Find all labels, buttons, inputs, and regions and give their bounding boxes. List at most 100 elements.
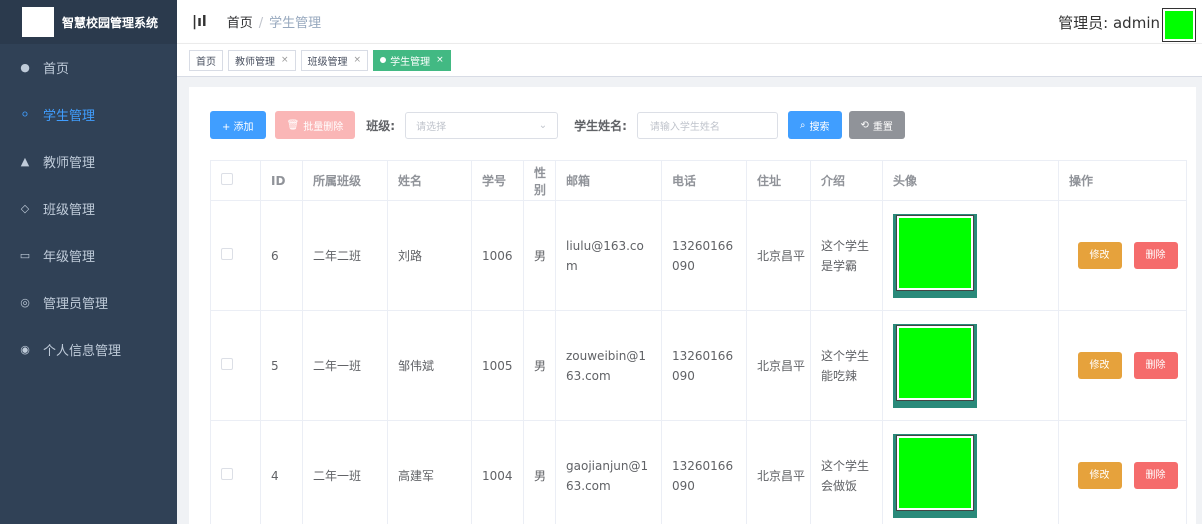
content-card: + 添加 🗑 批量删除 班级: 请选择 ⌄ 学生姓名: 请输入学生姓名 ⌕ 搜索 ⟲ 重… (189, 87, 1196, 524)
select-all-cell (210, 160, 261, 201)
cell-address: 北京昌平 (746, 310, 811, 421)
cell-actions: 修改 删除 (1058, 310, 1187, 421)
breadcrumb: 首页 / 学生管理 (227, 12, 321, 31)
sidebar-item-label: 班级管理 (43, 203, 96, 218)
close-icon[interactable]: × (436, 55, 444, 65)
trash-icon: 🗑 (286, 119, 300, 131)
sidebar-item-label: 首页 (43, 62, 70, 77)
column-header: ID (260, 160, 303, 201)
people-icon: ▲ (20, 155, 30, 168)
tag-label: 教师管理 (235, 56, 275, 68)
cell-id: 5 (260, 310, 303, 421)
cell-actions: 修改 删除 (1058, 420, 1187, 524)
row-select-cell (210, 200, 261, 311)
tag-classes[interactable]: 班级管理 × (300, 49, 369, 71)
sidebar-item-admins[interactable]: ◎ 管理员管理 (0, 279, 177, 326)
delete-button[interactable]: 删除 (1133, 352, 1178, 379)
sidebar-item-home[interactable]: ● 首页 (0, 44, 177, 91)
column-header: 操作 (1058, 160, 1187, 201)
sidebar-item-label: 教师管理 (43, 156, 96, 171)
cell-number: 1005 (471, 310, 524, 421)
table-row: 5 二年一班 邹伟斌 1005 男 zouweibin@163.com 1326… (210, 310, 1187, 421)
breadcrumb-separator: / (258, 16, 264, 31)
hamburger-icon[interactable]: |ıl (192, 14, 207, 30)
delete-button[interactable]: 删除 (1133, 462, 1178, 489)
edit-button[interactable]: 修改 (1077, 462, 1122, 489)
edit-button[interactable]: 修改 (1077, 352, 1122, 379)
cell-avatar (882, 420, 1059, 524)
student-avatar (893, 213, 977, 298)
add-button[interactable]: + 添加 (210, 111, 266, 139)
row-checkbox[interactable] (221, 247, 233, 260)
cell-avatar (882, 200, 1059, 311)
select-all-checkbox[interactable] (221, 173, 233, 185)
avatar[interactable] (1163, 9, 1195, 41)
column-header: 姓名 (387, 160, 472, 201)
sidebar-item-teachers[interactable]: ▲ 教师管理 (0, 138, 177, 185)
class-select-placeholder: 请选择 (416, 121, 447, 133)
peoples-icon: ◎ (20, 296, 30, 309)
cell-email: zouweibin@163.com (555, 310, 662, 421)
student-avatar (893, 433, 977, 518)
cell-number: 1004 (471, 420, 524, 524)
search-icon: ⌕ (799, 119, 806, 131)
dashboard-icon: ● (20, 61, 30, 74)
column-header: 邮箱 (555, 160, 662, 201)
search-button[interactable]: ⌕ 搜索 (787, 111, 842, 139)
delete-button[interactable]: 删除 (1133, 242, 1178, 269)
cell-phone: 13260166090 (661, 200, 747, 311)
main-content: + 添加 🗑 批量删除 班级: 请选择 ⌄ 学生姓名: 请输入学生姓名 ⌕ 搜索 ⟲ 重… (177, 77, 1202, 524)
cell-class: 二年一班 (302, 310, 388, 421)
batch-delete-button[interactable]: 🗑 批量删除 (274, 111, 356, 139)
cell-address: 北京昌平 (746, 200, 811, 311)
sidebar-item-grades[interactable]: ▭ 年级管理 (0, 232, 177, 279)
tag-students[interactable]: 学生管理 × (373, 49, 451, 71)
edit-button[interactable]: 修改 (1077, 242, 1122, 269)
tag-icon: ◇ (20, 202, 30, 215)
name-search-input[interactable]: 请输入学生姓名 (636, 111, 778, 139)
sidebar-item-students[interactable]: ⚪ 学生管理 (0, 91, 177, 138)
search-label: 搜索 (809, 121, 830, 133)
tag-label: 首页 (196, 56, 216, 68)
row-checkbox[interactable] (221, 357, 233, 370)
students-table: ID 所属班级 姓名 学号 性别 邮箱 电话 住址 介绍 头像 操作 6 二年二… (210, 160, 1187, 524)
class-label: 班级: (366, 118, 396, 133)
calendar-icon: ▭ (19, 249, 31, 262)
avatar-image (897, 435, 973, 510)
column-header: 电话 (661, 160, 747, 201)
breadcrumb-home[interactable]: 首页 (227, 16, 253, 31)
cell-number: 1006 (471, 200, 524, 311)
table-row: 4 二年一班 高建军 1004 男 gaojianjun@163.com 132… (210, 420, 1187, 524)
cell-name: 邹伟斌 (387, 310, 472, 421)
dot-icon (380, 57, 387, 63)
tags-view: 首页 教师管理 × 班级管理 × 学生管理 × (177, 44, 1202, 77)
cell-phone: 13260166090 (661, 420, 747, 524)
row-select-cell (210, 420, 261, 524)
chevron-down-icon: ⌄ (538, 119, 548, 131)
logo (22, 7, 54, 37)
cell-email: gaojianjun@163.com (555, 420, 662, 524)
cell-name: 刘路 (387, 200, 472, 311)
tag-label: 学生管理 (390, 56, 431, 68)
column-header: 介绍 (810, 160, 883, 201)
close-icon[interactable]: × (281, 55, 289, 65)
avatar-image (897, 325, 973, 400)
column-header: 学号 (471, 160, 524, 201)
row-checkbox[interactable] (221, 467, 233, 480)
reset-button[interactable]: ⟲ 重置 (848, 111, 905, 139)
sidebar-item-label: 个人信息管理 (43, 344, 122, 359)
cell-intro: 这个学生能吃辣 (810, 310, 883, 421)
cell-id: 6 (260, 200, 303, 311)
close-icon[interactable]: × (354, 55, 362, 65)
column-header: 头像 (882, 160, 1059, 201)
class-select[interactable]: 请选择 ⌄ (405, 111, 559, 139)
tag-home[interactable]: 首页 (189, 49, 223, 71)
tag-teachers[interactable]: 教师管理 × (228, 49, 296, 71)
sidebar-item-profile[interactable]: ◉ 个人信息管理 (0, 326, 177, 373)
row-select-cell (210, 310, 261, 421)
sidebar-item-label: 年级管理 (43, 250, 96, 265)
sidebar-item-classes[interactable]: ◇ 班级管理 (0, 185, 177, 232)
column-header: 所属班级 (302, 160, 388, 201)
header: |ıl 首页 / 学生管理 管理员: admin (177, 0, 1202, 44)
column-header: 性别 (523, 160, 556, 201)
